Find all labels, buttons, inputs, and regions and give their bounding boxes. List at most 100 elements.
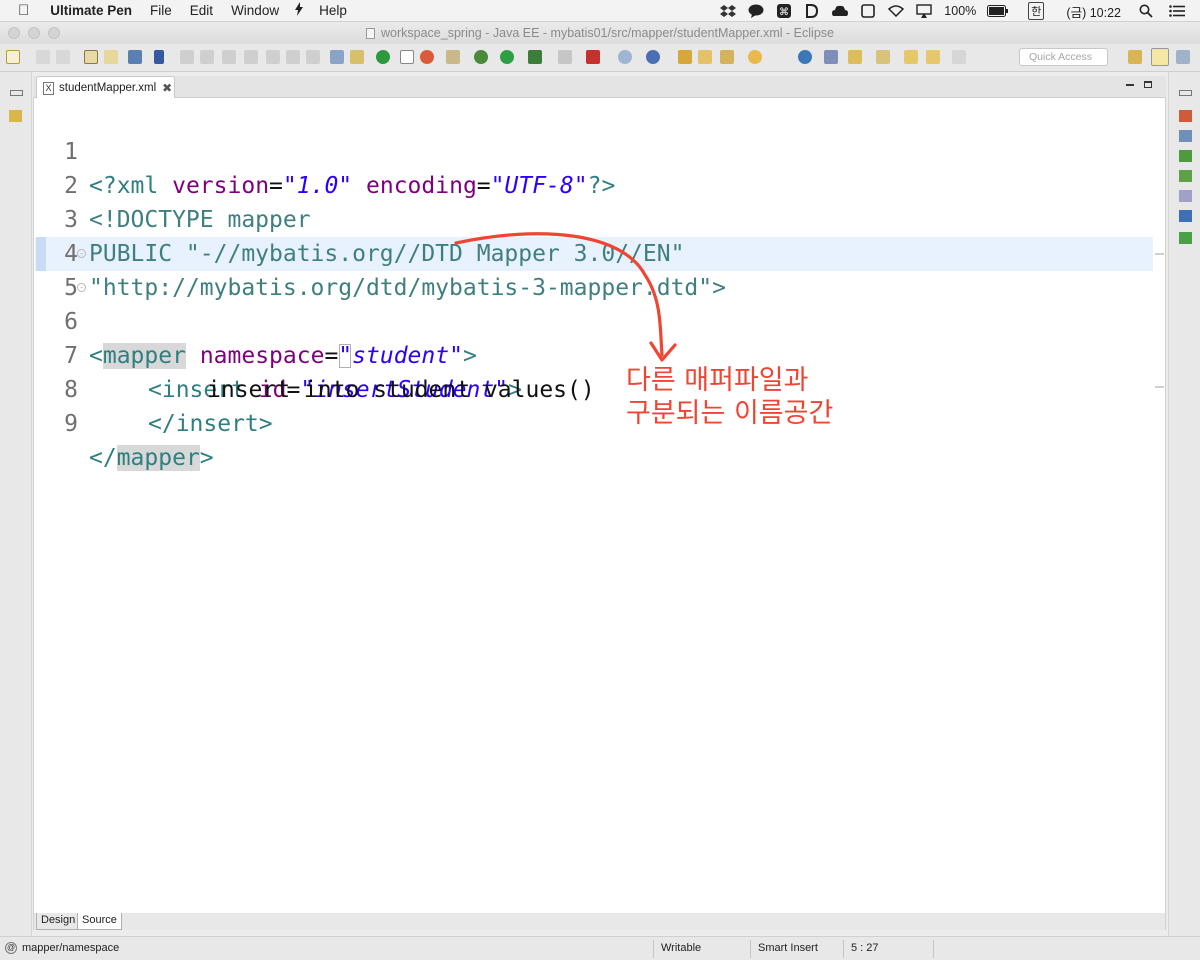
snippets-icon[interactable] [1179, 170, 1192, 182]
open-folder-icon[interactable] [678, 50, 692, 64]
open-project-icon[interactable] [698, 50, 712, 64]
code-line[interactable]: 1 <?xml version="1.0" encoding="UTF-8"?> [34, 101, 1154, 199]
last-edit-icon[interactable] [904, 50, 918, 64]
notification-center-icon[interactable] [1168, 4, 1186, 18]
new-icon[interactable] [6, 50, 20, 64]
wifi-icon[interactable] [887, 4, 905, 18]
debug-icon[interactable] [474, 50, 488, 64]
tab-studentmapper-xml[interactable]: X studentMapper.xml ✖ [36, 76, 175, 99]
console-icon[interactable] [128, 50, 142, 64]
menu-window[interactable]: Window [222, 3, 288, 18]
window-icon[interactable] [859, 4, 877, 18]
save-icon[interactable] [36, 50, 50, 64]
left-trim-stack [0, 72, 32, 936]
wrench-icon[interactable] [824, 50, 838, 64]
code-line[interactable]: 6 - <insert id="insertStudent"> [34, 271, 1154, 403]
code-line[interactable]: 2 <!DOCTYPE mapper [34, 135, 1154, 233]
quick-access-input[interactable]: Quick Access [1019, 48, 1108, 66]
search-icon[interactable] [446, 50, 460, 64]
next-annotation-icon[interactable] [848, 50, 862, 64]
skip-breakpoints-icon[interactable] [154, 50, 164, 64]
tab-design[interactable]: Design [36, 913, 81, 930]
code-line[interactable]: 9 </mapper> [34, 373, 1154, 471]
servers-icon[interactable] [1179, 210, 1192, 222]
open-task-icon[interactable] [748, 50, 762, 64]
back-arrow-icon[interactable] [926, 50, 940, 64]
code-line[interactable]: 8 </insert> [34, 339, 1154, 437]
clock[interactable]: (금) 10:22 [1066, 2, 1121, 21]
forward-arrow-icon[interactable] [952, 50, 966, 64]
task-list-icon[interactable] [1179, 130, 1192, 142]
spotlight-search-icon[interactable] [1137, 4, 1155, 18]
step-over-icon[interactable] [286, 50, 300, 64]
disconnect-icon[interactable] [244, 50, 258, 64]
d-app-icon[interactable] [803, 4, 821, 18]
restore-icon-right[interactable] [1179, 90, 1192, 96]
cloud-icon[interactable] [831, 4, 849, 18]
build-icon[interactable] [84, 50, 98, 64]
airplay-icon[interactable] [915, 4, 933, 18]
tab-label: studentMapper.xml [59, 82, 157, 94]
data-source-icon[interactable] [1179, 232, 1192, 244]
new-java-project-icon[interactable] [618, 50, 632, 64]
restore-icon[interactable] [10, 90, 23, 96]
xml-source-editor[interactable]: 1 <?xml version="1.0" encoding="UTF-8"?>… [33, 98, 1166, 913]
overview-ruler-marker[interactable] [1155, 253, 1164, 255]
suspend-icon[interactable] [200, 50, 214, 64]
close-tab-icon[interactable]: ✖ [162, 81, 172, 95]
show-whitespace-icon[interactable] [420, 50, 434, 64]
menu-file[interactable]: File [141, 3, 181, 18]
terminate-icon[interactable] [222, 50, 236, 64]
chat-bubble-icon[interactable] [747, 4, 765, 18]
minimize-window-button[interactable] [28, 27, 40, 39]
menu-edit[interactable]: Edit [181, 3, 222, 18]
menu-app-name[interactable]: Ultimate Pen [41, 3, 141, 18]
toggle-mark-icon[interactable] [330, 50, 344, 64]
battery-percent: 100% [944, 4, 977, 18]
code-line[interactable]: 3 PUBLIC "-//mybatis.org//DTD Mapper 3.0… [34, 169, 1154, 267]
coverage-icon[interactable] [558, 50, 572, 64]
maximize-editor-icon[interactable] [1144, 81, 1152, 88]
command-key-icon[interactable]: ⌘ [775, 4, 793, 18]
cursor-position: 5 : 27 [851, 942, 879, 954]
code-line[interactable]: 5 - <mapper namespace="student"> [34, 237, 1154, 369]
writable-status: Writable [661, 942, 702, 954]
minimize-editor-icon[interactable] [1126, 84, 1134, 86]
stop-icon[interactable] [586, 50, 600, 64]
code-line[interactable]: 4 "http://mybatis.org/dtd/mybatis-3-mapp… [34, 203, 1154, 301]
apple-menu-icon[interactable]:  [0, 2, 41, 19]
tab-source[interactable]: Source [77, 913, 122, 930]
git-perspective-icon[interactable] [1176, 50, 1190, 64]
close-window-button[interactable] [8, 27, 20, 39]
zoom-window-button[interactable] [48, 27, 60, 39]
input-method-indicator[interactable]: 한 [1028, 2, 1045, 20]
battery-icon[interactable] [987, 4, 1009, 18]
pen-icon[interactable] [720, 50, 734, 64]
outline-icon[interactable] [1179, 110, 1192, 122]
new-class-icon[interactable] [646, 50, 660, 64]
step-return-icon[interactable] [306, 50, 320, 64]
fold-toggle-icon[interactable]: - [77, 249, 86, 258]
java-ee-perspective-icon[interactable] [1151, 48, 1169, 66]
open-type-icon[interactable] [104, 50, 118, 64]
server-start-icon[interactable] [376, 50, 390, 64]
run-icon[interactable] [500, 50, 514, 64]
properties-icon[interactable] [1179, 190, 1192, 202]
overview-ruler-marker[interactable] [1155, 386, 1164, 388]
toggle-breadcrumb-icon[interactable] [350, 50, 364, 64]
fold-toggle-icon[interactable]: - [77, 283, 86, 292]
code-line[interactable]: 7 insert into student values() [34, 305, 1154, 403]
dropbox-icon[interactable] [719, 4, 737, 18]
pen-tool-icon[interactable] [288, 2, 310, 19]
prev-annotation-icon[interactable] [876, 50, 890, 64]
palette-icon[interactable] [1179, 150, 1192, 162]
save-all-icon[interactable] [56, 50, 70, 64]
globe-icon[interactable] [798, 50, 812, 64]
step-into-icon[interactable] [266, 50, 280, 64]
run-external-icon[interactable] [528, 50, 542, 64]
resume-icon[interactable] [180, 50, 194, 64]
open-perspective-icon[interactable] [1128, 50, 1142, 64]
package-explorer-icon[interactable] [9, 110, 22, 122]
block-selection-icon[interactable] [400, 50, 414, 64]
menu-help[interactable]: Help [310, 3, 356, 18]
